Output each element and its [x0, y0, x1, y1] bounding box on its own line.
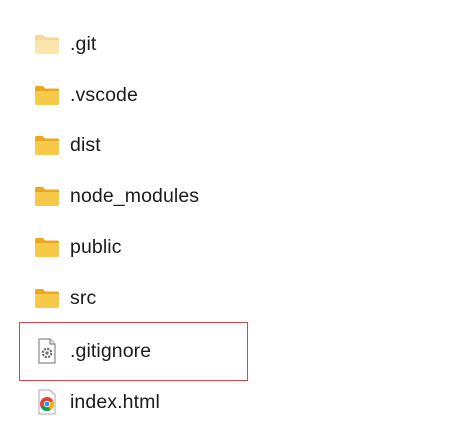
list-item-vscode-folder[interactable]: .vscode [34, 78, 138, 112]
item-label: dist [70, 133, 101, 156]
folder-icon [34, 287, 60, 309]
item-label: .git [70, 32, 97, 55]
folder-icon [34, 84, 60, 106]
file-list: .git .vscode dist node_modules public sr… [0, 0, 473, 429]
item-label: .vscode [70, 83, 138, 106]
list-item-index-html-file[interactable]: index.html [34, 385, 160, 419]
chrome-icon [34, 389, 60, 415]
item-label: public [70, 235, 122, 258]
item-label: src [70, 286, 97, 309]
folder-icon [34, 185, 60, 207]
folder-icon [34, 33, 60, 55]
folder-icon [34, 236, 60, 258]
list-item-git-folder[interactable]: .git [34, 27, 96, 61]
list-item-dist-folder[interactable]: dist [34, 128, 101, 162]
item-label: node_modules [70, 184, 200, 207]
list-item-node-modules-folder[interactable]: node_modules [34, 179, 199, 213]
item-label: index.html [70, 390, 160, 413]
list-item-src-folder[interactable]: src [34, 281, 96, 315]
list-item-public-folder[interactable]: public [34, 230, 122, 264]
highlight-box [19, 322, 248, 381]
folder-icon [34, 134, 60, 156]
